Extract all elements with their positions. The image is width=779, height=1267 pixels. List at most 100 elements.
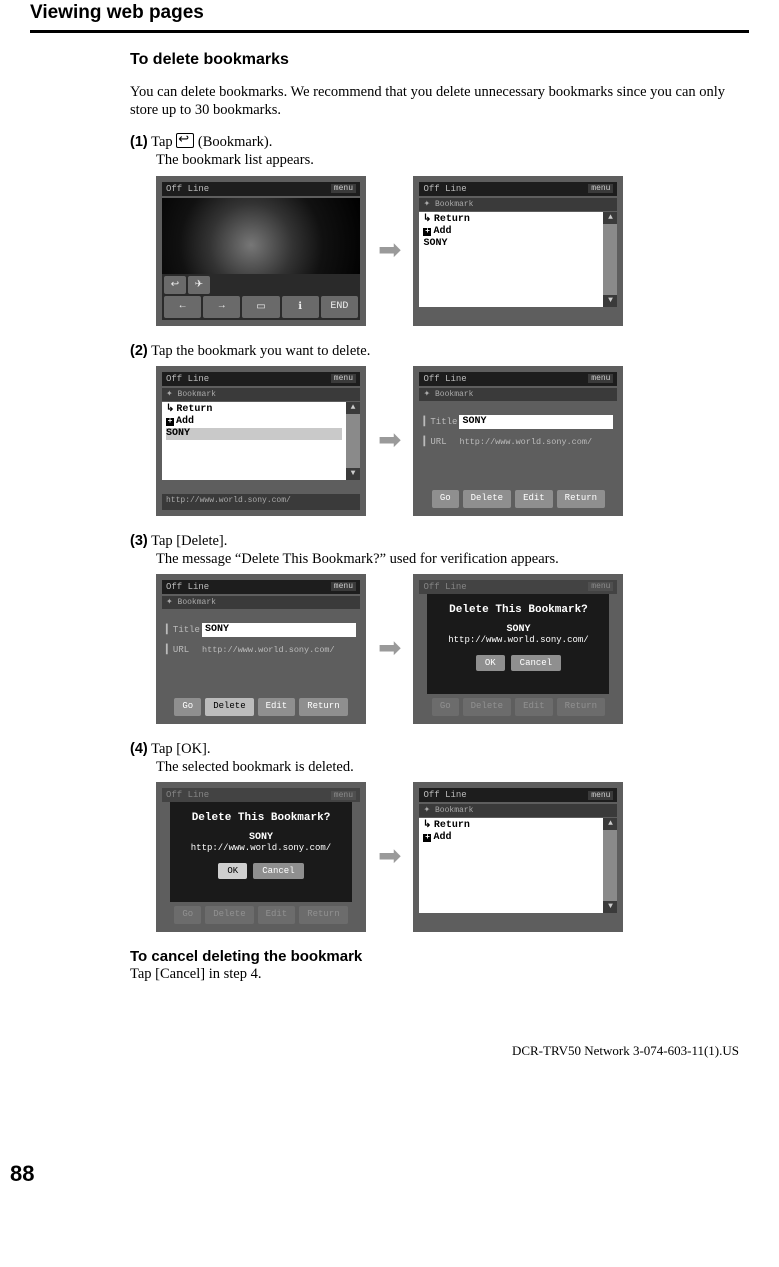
status-bar: Off Linemenu bbox=[419, 372, 617, 386]
list-item-return[interactable]: ↲ Return bbox=[423, 820, 599, 832]
edit-button[interactable]: Edit bbox=[515, 490, 553, 508]
step-1-num: (1) bbox=[130, 134, 148, 150]
step-1: (1) Tap (Bookmark). The bookmark list ap… bbox=[130, 133, 739, 169]
scrollbar[interactable]: ▲▼ bbox=[346, 402, 360, 480]
step-3-sub: The message “Delete This Bookmark?” used… bbox=[156, 550, 739, 568]
step-2: (2) Tap the bookmark you want to delete. bbox=[130, 342, 739, 360]
cancel-heading: To cancel deleting the bookmark bbox=[130, 948, 739, 965]
dialog-name: SONY bbox=[427, 624, 609, 635]
list-item-sony[interactable]: SONY bbox=[423, 238, 599, 250]
bookmark-list: ↲ Return + Add SONY bbox=[419, 212, 603, 307]
url-label: ▎URL bbox=[166, 645, 198, 655]
step-3: (3) Tap [Delete]. The message “Delete Th… bbox=[130, 532, 739, 568]
section-title: To delete bookmarks bbox=[130, 51, 739, 69]
list-item-add[interactable]: + Add bbox=[166, 416, 342, 428]
list-item-add[interactable]: + Add bbox=[423, 832, 599, 844]
rule bbox=[30, 30, 749, 33]
step-4-text: Tap [OK]. bbox=[151, 741, 210, 757]
bookmark-icon bbox=[176, 133, 194, 148]
list-item-return[interactable]: ↲ Return bbox=[166, 404, 342, 416]
button-row-dim: GoDeleteEditReturn bbox=[419, 698, 617, 716]
cancel-button[interactable]: Cancel bbox=[511, 655, 561, 671]
delete-button[interactable]: Delete bbox=[463, 490, 511, 508]
arrow-icon: ➡ bbox=[378, 427, 401, 455]
title-field[interactable]: SONY bbox=[202, 623, 356, 637]
url-value: http://www.world.sony.com/ bbox=[459, 435, 613, 449]
confirm-dialog: Delete This Bookmark? SONY http://www.wo… bbox=[170, 802, 352, 902]
status-bar: Off Linemenu bbox=[162, 788, 360, 802]
bookmark-header: ✦ Bookmark bbox=[419, 198, 617, 211]
end-button[interactable]: END bbox=[321, 296, 358, 318]
status-bar: Off Linemenu bbox=[162, 372, 360, 386]
menu-button[interactable]: menu bbox=[331, 582, 356, 591]
figure-pair-4: Off Linemenu GoDeleteEditReturn Delete T… bbox=[156, 782, 739, 932]
go-button[interactable]: Go bbox=[174, 698, 201, 716]
url-label: ▎URL bbox=[423, 437, 455, 447]
info-button[interactable]: ℹ bbox=[282, 296, 319, 318]
list-item-add[interactable]: + Add bbox=[423, 226, 599, 238]
page-number: 88 bbox=[10, 1161, 34, 1187]
status-bar: Off Linemenu bbox=[419, 788, 617, 802]
menu-button[interactable]: menu bbox=[588, 791, 613, 800]
status-bar: Off Linemenu bbox=[162, 580, 360, 594]
menu-button[interactable]: menu bbox=[588, 184, 613, 193]
ok-button[interactable]: OK bbox=[218, 863, 247, 879]
step-4: (4) Tap [OK]. The selected bookmark is d… bbox=[130, 740, 739, 776]
screen-bookmark-list: Off Linemenu ✦ Bookmark ↲ Return + Add S… bbox=[413, 176, 623, 326]
title-field[interactable]: SONY bbox=[459, 415, 613, 429]
menu-button[interactable]: menu bbox=[588, 374, 613, 383]
back-button[interactable]: ← bbox=[164, 296, 201, 318]
mail-button[interactable]: ✈ bbox=[188, 276, 210, 294]
screen-detail-delete: Off Linemenu ✦ Bookmark ▎Title SONY ▎URL… bbox=[156, 574, 366, 724]
step-1-text-a: Tap bbox=[151, 134, 176, 150]
menu-button[interactable]: menu bbox=[331, 374, 356, 383]
status-bar: Off Linemenu bbox=[419, 580, 617, 594]
tab-button[interactable]: ▭ bbox=[242, 296, 279, 318]
status-bar: Off Linemenu bbox=[419, 182, 617, 196]
confirm-dialog: Delete This Bookmark? SONY http://www.wo… bbox=[427, 594, 609, 694]
scrollbar[interactable]: ▲▼ bbox=[603, 818, 617, 913]
ok-button[interactable]: OK bbox=[476, 655, 505, 671]
status-bar: Off Linemenu bbox=[162, 182, 360, 196]
forward-button[interactable]: → bbox=[203, 296, 240, 318]
dialog-question: Delete This Bookmark? bbox=[427, 604, 609, 616]
page-heading: Viewing web pages bbox=[30, 2, 749, 24]
edit-button[interactable]: Edit bbox=[258, 698, 296, 716]
step-2-num: (2) bbox=[130, 343, 148, 359]
return-button[interactable]: Return bbox=[299, 698, 347, 716]
go-button[interactable]: Go bbox=[432, 490, 459, 508]
intro-text: You can delete bookmarks. We recommend t… bbox=[130, 83, 739, 119]
delete-button[interactable]: Delete bbox=[205, 698, 253, 716]
step-1-sub: The bookmark list appears. bbox=[156, 151, 739, 169]
arrow-icon: ➡ bbox=[378, 237, 401, 265]
step-3-num: (3) bbox=[130, 533, 148, 549]
step-1-text-b: (Bookmark). bbox=[194, 134, 272, 150]
screen-bookmark-detail: Off Linemenu ✦ Bookmark ▎Title SONY ▎URL… bbox=[413, 366, 623, 516]
arrow-icon: ➡ bbox=[378, 843, 401, 871]
figure-pair-1: Off Linemenu ← → ▭ ℹ END ↩ ✈ ➡ bbox=[156, 176, 739, 326]
bookmark-header: ✦ Bookmark bbox=[162, 596, 360, 609]
screen-confirm-dialog: Off Linemenu GoDeleteEditReturn Delete T… bbox=[413, 574, 623, 724]
url-value: http://www.world.sony.com/ bbox=[202, 643, 356, 657]
list-item-return[interactable]: ↲ Return bbox=[423, 214, 599, 226]
cancel-button[interactable]: Cancel bbox=[253, 863, 303, 879]
browser-toolbar: ← → ▭ ℹ END bbox=[162, 294, 360, 320]
scrollbar[interactable]: ▲▼ bbox=[603, 212, 617, 307]
bookmark-header: ✦ Bookmark bbox=[162, 388, 360, 401]
return-button[interactable]: Return bbox=[557, 490, 605, 508]
bookmark-list: ↲ Return + Add bbox=[419, 818, 603, 913]
figure-pair-3: Off Linemenu ✦ Bookmark ▎Title SONY ▎URL… bbox=[156, 574, 739, 724]
step-4-sub: The selected bookmark is deleted. bbox=[156, 758, 739, 776]
bookmark-button[interactable]: ↩ bbox=[164, 276, 186, 294]
footer-model: DCR-TRV50 Network 3-074-603-11(1).US bbox=[30, 1043, 739, 1059]
list-item-sony[interactable]: SONY bbox=[166, 428, 342, 440]
arrow-icon: ➡ bbox=[378, 635, 401, 663]
bookmark-header: ✦ Bookmark bbox=[419, 388, 617, 401]
dialog-url: http://www.world.sony.com/ bbox=[427, 635, 609, 645]
title-label: ▎Title bbox=[423, 417, 455, 427]
menu-button[interactable]: menu bbox=[331, 184, 356, 193]
button-row: Go Delete Edit Return bbox=[162, 698, 360, 716]
dialog-name: SONY bbox=[170, 832, 352, 843]
screen-confirm-ok: Off Linemenu GoDeleteEditReturn Delete T… bbox=[156, 782, 366, 932]
figure-pair-2: Off Linemenu ✦ Bookmark ↲ Return + Add S… bbox=[156, 366, 739, 516]
